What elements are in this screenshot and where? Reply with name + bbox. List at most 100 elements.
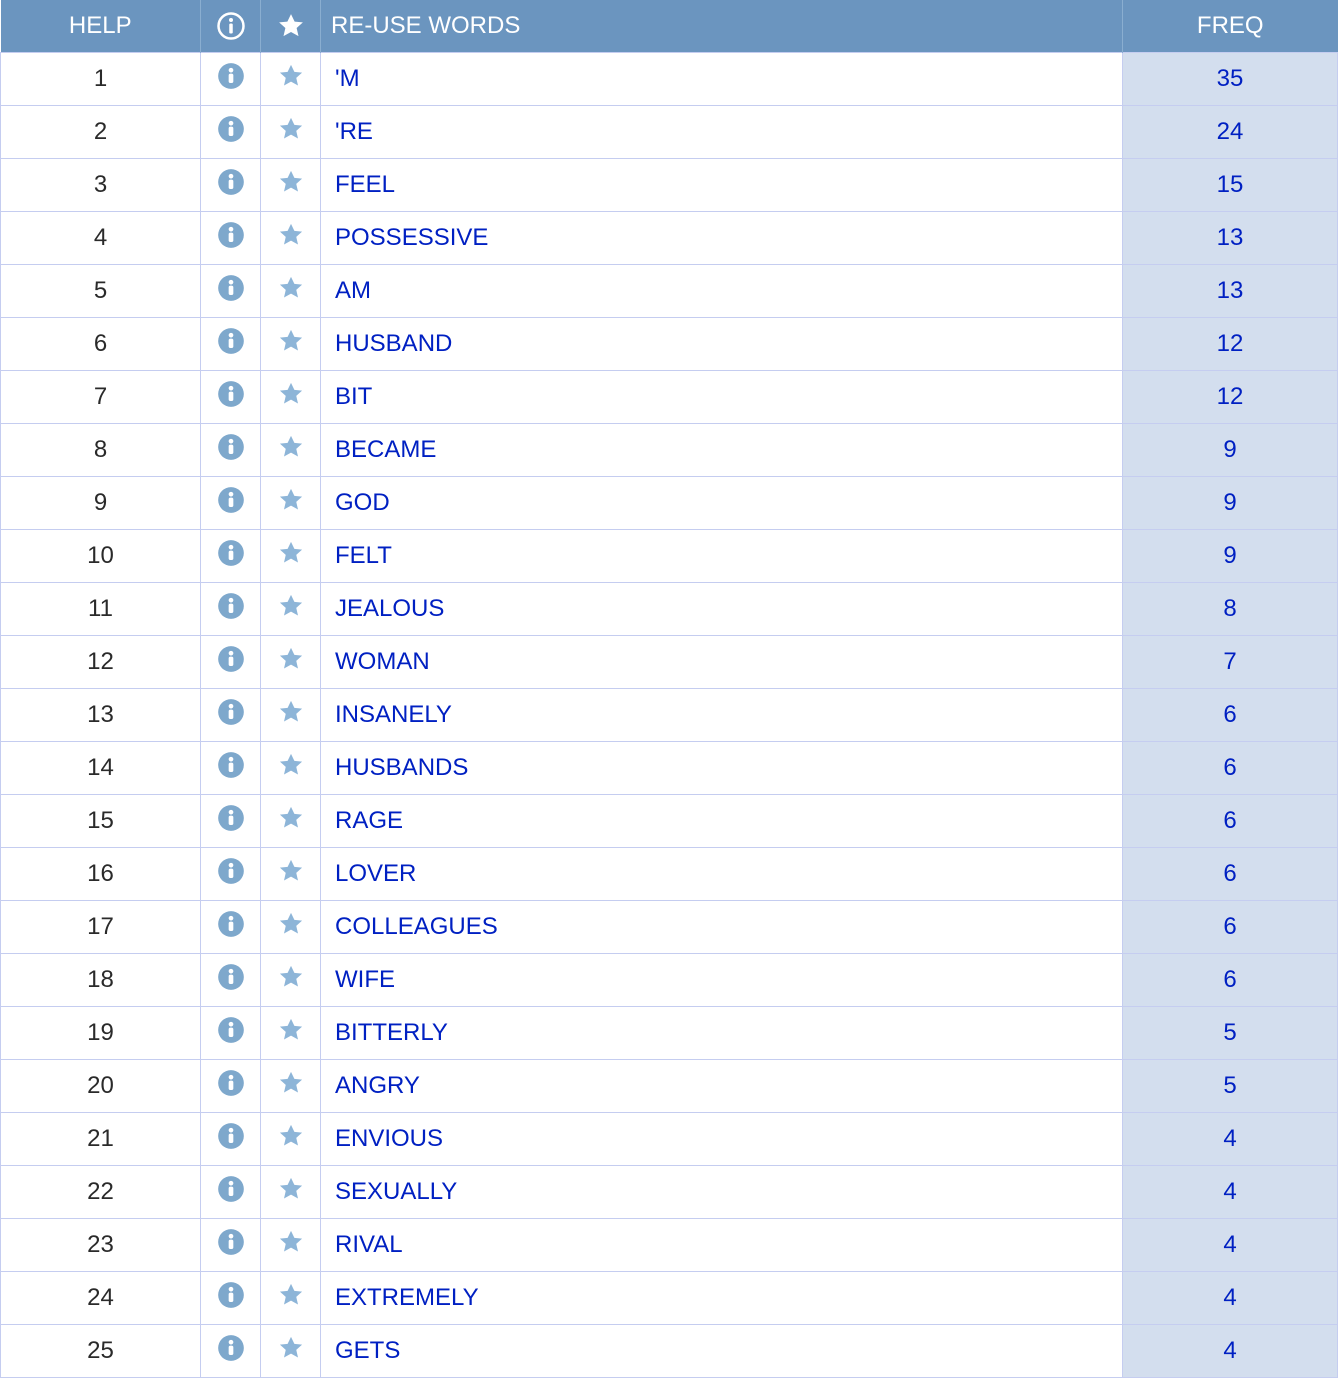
star-icon[interactable] xyxy=(277,486,305,514)
star-icon[interactable] xyxy=(277,433,305,461)
word-link[interactable]: WIFE xyxy=(335,966,395,993)
star-icon[interactable] xyxy=(277,1228,305,1256)
info-icon[interactable] xyxy=(217,380,245,408)
star-icon[interactable] xyxy=(277,274,305,302)
word-link[interactable]: BITTERLY xyxy=(335,1019,448,1046)
info-icon[interactable] xyxy=(217,1069,245,1097)
word-cell: FELT xyxy=(321,530,1123,583)
info-icon[interactable] xyxy=(217,857,245,885)
info-icon[interactable] xyxy=(217,274,245,302)
star-icon[interactable] xyxy=(277,115,305,143)
word-link[interactable]: ANGRY xyxy=(335,1072,420,1099)
info-cell xyxy=(201,583,261,636)
word-link[interactable]: GETS xyxy=(335,1337,400,1364)
word-link[interactable]: RIVAL xyxy=(335,1231,403,1258)
word-link[interactable]: LOVER xyxy=(335,860,416,887)
star-cell xyxy=(261,954,321,1007)
table-row: 15RAGE6 xyxy=(1,795,1338,848)
freq-cell: 6 xyxy=(1123,795,1338,848)
rank-cell: 14 xyxy=(1,742,201,795)
info-icon[interactable] xyxy=(217,1281,245,1309)
word-link[interactable]: COLLEAGUES xyxy=(335,913,498,940)
star-icon[interactable] xyxy=(277,221,305,249)
info-icon[interactable] xyxy=(217,645,245,673)
info-cell xyxy=(201,901,261,954)
info-icon[interactable] xyxy=(217,433,245,461)
word-link[interactable]: INSANELY xyxy=(335,701,452,728)
word-link[interactable]: HUSBANDS xyxy=(335,754,468,781)
word-link[interactable]: JEALOUS xyxy=(335,595,444,622)
star-icon[interactable] xyxy=(277,168,305,196)
word-link[interactable]: BECAME xyxy=(335,436,436,463)
star-icon[interactable] xyxy=(277,857,305,885)
rank-cell: 6 xyxy=(1,318,201,371)
info-icon[interactable] xyxy=(217,1228,245,1256)
word-link[interactable]: 'M xyxy=(335,65,360,92)
word-link[interactable]: HUSBAND xyxy=(335,330,452,357)
word-link[interactable]: POSSESSIVE xyxy=(335,224,488,251)
star-icon[interactable] xyxy=(277,62,305,90)
info-icon[interactable] xyxy=(217,539,245,567)
star-icon[interactable] xyxy=(277,1334,305,1362)
info-icon[interactable] xyxy=(217,751,245,779)
info-icon[interactable] xyxy=(217,221,245,249)
star-icon[interactable] xyxy=(277,910,305,938)
word-link[interactable]: ENVIOUS xyxy=(335,1125,443,1152)
star-icon[interactable] xyxy=(277,698,305,726)
info-icon[interactable] xyxy=(217,62,245,90)
table-row: 5AM13 xyxy=(1,265,1338,318)
info-icon[interactable] xyxy=(217,115,245,143)
info-icon[interactable] xyxy=(217,804,245,832)
header-freq[interactable]: FREQ xyxy=(1123,0,1338,53)
info-icon[interactable] xyxy=(217,1175,245,1203)
word-link[interactable]: EXTREMELY xyxy=(335,1284,479,1311)
word-link[interactable]: FEEL xyxy=(335,171,395,198)
word-link[interactable]: BIT xyxy=(335,383,372,410)
star-icon[interactable] xyxy=(277,804,305,832)
info-icon[interactable] xyxy=(217,910,245,938)
word-frequency-table: HELP RE-USE WORDS FREQ 1'M352'RE243FEEL1… xyxy=(0,0,1338,1378)
star-icon[interactable] xyxy=(277,1175,305,1203)
rank-cell: 17 xyxy=(1,901,201,954)
freq-cell: 5 xyxy=(1123,1007,1338,1060)
star-icon[interactable] xyxy=(277,1122,305,1150)
star-icon[interactable] xyxy=(277,1069,305,1097)
info-icon[interactable] xyxy=(217,698,245,726)
star-icon[interactable] xyxy=(277,1281,305,1309)
word-link[interactable]: AM xyxy=(335,277,371,304)
star-icon[interactable] xyxy=(277,380,305,408)
info-icon[interactable] xyxy=(217,963,245,991)
info-icon[interactable] xyxy=(217,1016,245,1044)
header-info[interactable] xyxy=(201,0,261,53)
word-link[interactable]: FELT xyxy=(335,542,392,569)
word-link[interactable]: WOMAN xyxy=(335,648,430,675)
freq-cell: 6 xyxy=(1123,689,1338,742)
star-icon[interactable] xyxy=(277,1016,305,1044)
star-icon[interactable] xyxy=(277,751,305,779)
word-link[interactable]: SEXUALLY xyxy=(335,1178,457,1205)
info-icon[interactable] xyxy=(217,327,245,355)
freq-cell: 4 xyxy=(1123,1325,1338,1378)
word-cell: FEEL xyxy=(321,159,1123,212)
word-link[interactable]: RAGE xyxy=(335,807,403,834)
freq-cell: 13 xyxy=(1123,212,1338,265)
word-link[interactable]: 'RE xyxy=(335,118,373,145)
header-reuse-words[interactable]: RE-USE WORDS xyxy=(321,0,1123,53)
info-icon[interactable] xyxy=(217,168,245,196)
header-star[interactable] xyxy=(261,0,321,53)
info-icon[interactable] xyxy=(217,592,245,620)
header-help[interactable]: HELP xyxy=(1,0,201,53)
star-icon[interactable] xyxy=(277,592,305,620)
info-cell xyxy=(201,1272,261,1325)
rank-cell: 11 xyxy=(1,583,201,636)
freq-cell: 9 xyxy=(1123,530,1338,583)
info-icon[interactable] xyxy=(217,1122,245,1150)
info-icon[interactable] xyxy=(217,1334,245,1362)
star-icon[interactable] xyxy=(277,963,305,991)
table-row: 12WOMAN7 xyxy=(1,636,1338,689)
info-icon[interactable] xyxy=(217,486,245,514)
star-icon[interactable] xyxy=(277,327,305,355)
word-link[interactable]: GOD xyxy=(335,489,390,516)
star-icon[interactable] xyxy=(277,645,305,673)
star-icon[interactable] xyxy=(277,539,305,567)
